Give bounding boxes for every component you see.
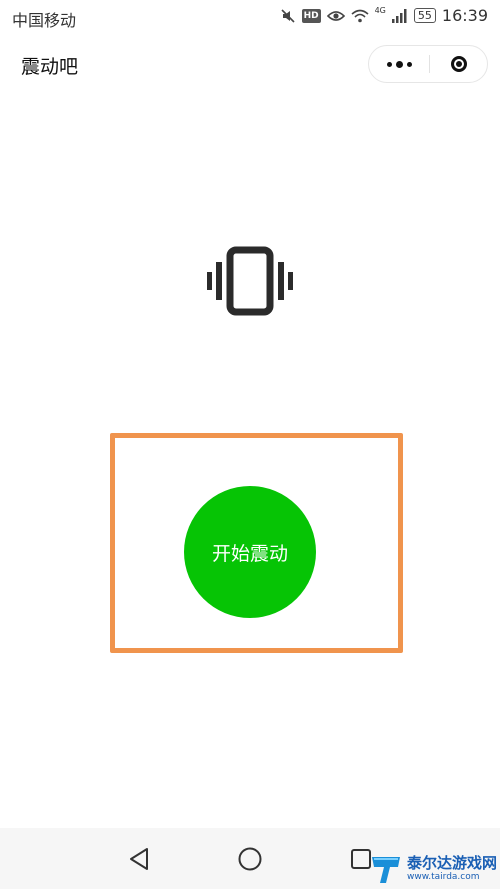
- network-type: 4G: [374, 6, 386, 15]
- mini-program-capsule: [368, 45, 488, 83]
- watermark-url: www.tairda.com: [407, 872, 480, 882]
- status-bar: 中国移动 HD 4G 55 16:39: [0, 0, 500, 36]
- status-icons: HD 4G 55 16:39: [280, 6, 488, 25]
- back-triangle-icon[interactable]: [124, 844, 154, 874]
- eye-icon: [326, 9, 345, 23]
- close-target-icon[interactable]: [429, 46, 489, 82]
- vibrate-phone-icon: [204, 246, 296, 316]
- page-title: 震动吧: [21, 56, 79, 78]
- start-vibration-button[interactable]: 开始震动: [184, 486, 316, 618]
- battery-icon: 55: [413, 8, 436, 23]
- carrier-name: 中国移动: [12, 11, 77, 30]
- hd-icon: HD: [301, 8, 321, 23]
- wifi-icon: [351, 9, 369, 23]
- more-icon[interactable]: [369, 46, 429, 82]
- clock: 16:39: [441, 6, 488, 25]
- watermark: 泰尔达游戏网 www.tairda.com: [368, 848, 500, 889]
- home-circle-icon[interactable]: [235, 844, 265, 874]
- title-bar: 震动吧: [0, 36, 500, 92]
- watermark-title: 泰尔达游戏网: [407, 854, 498, 872]
- signal-icon: [391, 8, 408, 23]
- watermark-logo: [372, 856, 400, 883]
- muted-icon: [280, 8, 296, 24]
